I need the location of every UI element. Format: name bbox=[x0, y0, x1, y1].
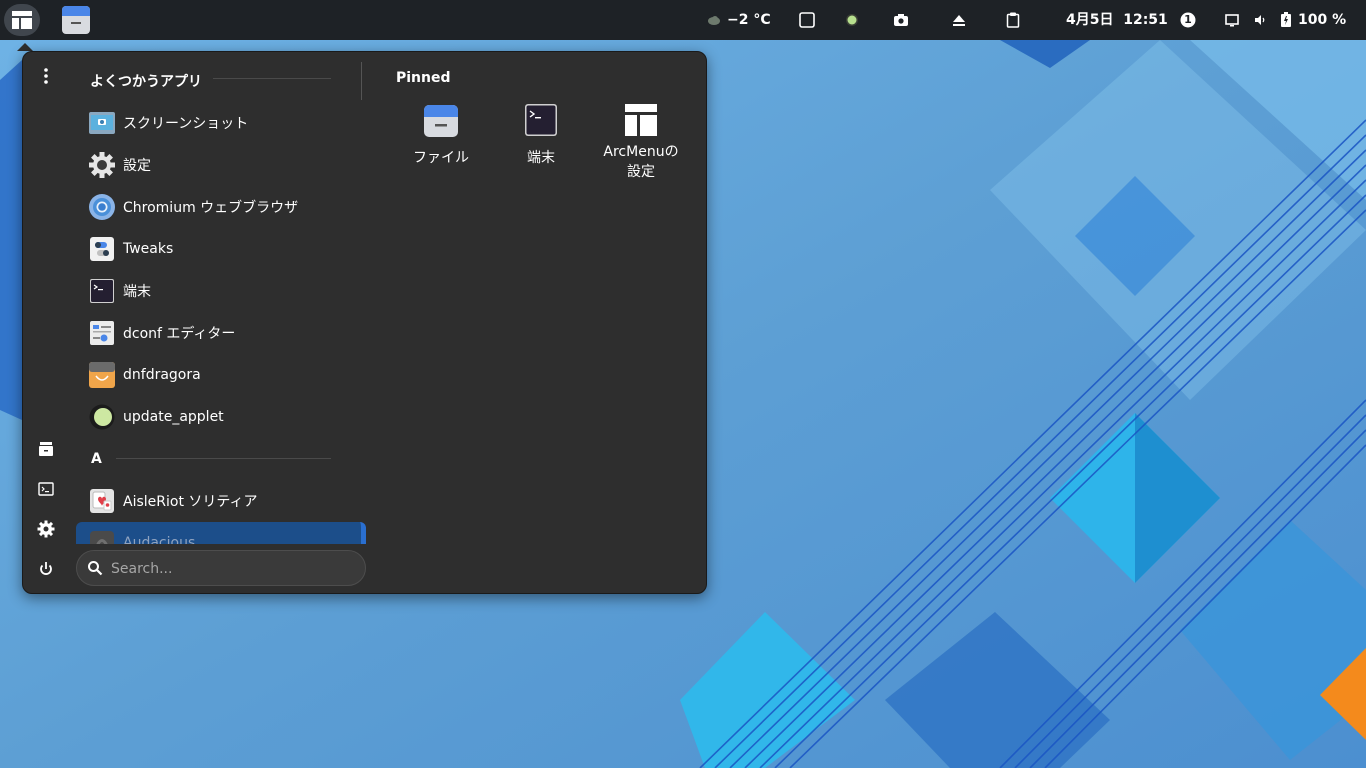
arcmenu-settings-icon bbox=[623, 102, 659, 138]
files-icon bbox=[423, 102, 459, 138]
update-indicator[interactable] bbox=[842, 4, 862, 36]
app-label: AisleRiot ソリティア bbox=[123, 494, 258, 510]
window-icon bbox=[799, 12, 815, 28]
file-cabinet-icon bbox=[39, 442, 53, 456]
weather-temperature: −2 °C bbox=[727, 12, 771, 28]
battery-percentage: 100 % bbox=[1298, 12, 1347, 28]
battery-indicator[interactable]: 100 % bbox=[1280, 0, 1352, 40]
app-item-dconf-editor[interactable]: dconf エディター bbox=[76, 312, 366, 354]
app-label: 端末 bbox=[123, 284, 151, 300]
cloud-icon bbox=[708, 16, 720, 25]
menu-pointer bbox=[17, 43, 33, 51]
pinned-item-arcmenu-settings[interactable]: ArcMenuの設定 bbox=[591, 102, 691, 192]
files-shortcut-button[interactable] bbox=[35, 438, 57, 460]
app-item-dnfdragora[interactable]: dnfdragora bbox=[76, 354, 366, 396]
window-indicator[interactable] bbox=[796, 4, 818, 36]
arcmenu-layout-icon bbox=[12, 11, 32, 29]
eject-icon bbox=[953, 15, 965, 26]
top-panel: −2 °C 4月5日 12:51 1 100 % bbox=[0, 0, 1366, 40]
dnfdragora-icon bbox=[89, 362, 115, 388]
app-label: スクリーンショット bbox=[123, 116, 249, 132]
search-input[interactable] bbox=[109, 551, 353, 587]
section-a-divider bbox=[116, 458, 331, 459]
app-item-audacious[interactable]: Audacious bbox=[76, 522, 366, 544]
arcmenu-popup: よくつかうアプリ スクリーンショット 設定 Chromium ウェブブラウザ T… bbox=[22, 51, 707, 594]
app-item-update-applet[interactable]: update_applet bbox=[76, 396, 366, 438]
app-item-settings[interactable]: 設定 bbox=[76, 144, 366, 186]
volume-indicator[interactable] bbox=[1250, 4, 1270, 36]
screenshot-indicator[interactable] bbox=[890, 4, 912, 36]
app-item-chromium[interactable]: Chromium ウェブブラウザ bbox=[76, 186, 366, 228]
display-icon bbox=[1225, 14, 1239, 27]
terminal-icon bbox=[89, 278, 115, 304]
gear-icon bbox=[37, 520, 55, 538]
terminal-shortcut-button[interactable] bbox=[35, 478, 57, 500]
chromium-icon bbox=[89, 194, 115, 220]
files-launcher-button[interactable] bbox=[58, 4, 94, 36]
power-icon bbox=[40, 562, 52, 575]
app-item-tweaks[interactable]: Tweaks bbox=[76, 228, 366, 270]
pinned-heading: Pinned bbox=[396, 70, 451, 86]
pinned-label: 端末 bbox=[527, 150, 555, 166]
audacious-icon bbox=[89, 530, 115, 544]
app-item-screenshot[interactable]: スクリーンショット bbox=[76, 102, 366, 144]
update-applet-icon bbox=[89, 404, 115, 430]
settings-shortcut-button[interactable] bbox=[35, 518, 57, 540]
notification-indicator[interactable]: 1 bbox=[1177, 4, 1199, 36]
pinned-item-files[interactable]: ファイル bbox=[391, 102, 491, 192]
screenshot-app-icon bbox=[89, 110, 115, 136]
search-icon bbox=[88, 561, 103, 576]
frequent-apps-divider bbox=[213, 78, 331, 79]
menu-options-button[interactable] bbox=[35, 65, 57, 87]
app-label: dconf エディター bbox=[123, 326, 236, 342]
section-heading-a: A bbox=[91, 451, 102, 467]
terminal-icon bbox=[38, 482, 54, 496]
clipboard-indicator[interactable] bbox=[1002, 4, 1024, 36]
column-divider bbox=[361, 62, 362, 100]
tweaks-icon bbox=[89, 236, 115, 262]
app-label: Audacious bbox=[123, 535, 196, 544]
settings-gear-icon bbox=[89, 152, 115, 178]
display-indicator[interactable] bbox=[1222, 4, 1242, 36]
aisleriot-icon bbox=[89, 488, 115, 514]
update-dot-icon bbox=[846, 14, 858, 26]
eject-indicator[interactable] bbox=[948, 4, 970, 36]
search-box[interactable] bbox=[76, 550, 366, 587]
clock[interactable]: 4月5日 12:51 bbox=[1066, 0, 1168, 40]
app-label: 設定 bbox=[123, 158, 151, 174]
clipboard-icon bbox=[1006, 12, 1020, 28]
app-item-aisleriot[interactable]: AisleRiot ソリティア bbox=[76, 480, 366, 522]
screenshot-icon bbox=[894, 14, 908, 26]
files-icon bbox=[62, 6, 90, 34]
battery-icon bbox=[1281, 12, 1291, 27]
volume-icon bbox=[1255, 15, 1265, 25]
dconf-editor-icon bbox=[89, 320, 115, 346]
arcmenu-button[interactable] bbox=[4, 4, 40, 36]
power-button[interactable] bbox=[35, 558, 57, 580]
pinned-item-terminal[interactable]: 端末 bbox=[491, 102, 591, 192]
pinned-label: ArcMenuの設定 bbox=[603, 144, 679, 180]
app-label: update_applet bbox=[123, 409, 224, 425]
app-label: Tweaks bbox=[123, 241, 174, 257]
weather-indicator[interactable]: −2 °C bbox=[707, 0, 773, 40]
notification-count: 1 bbox=[1184, 13, 1192, 26]
frequent-apps-heading: よくつかうアプリ bbox=[90, 74, 202, 90]
more-vertical-icon bbox=[44, 68, 48, 84]
app-label: Chromium ウェブブラウザ bbox=[123, 200, 299, 216]
app-list[interactable]: スクリーンショット 設定 Chromium ウェブブラウザ Tweaks 端末 … bbox=[76, 102, 366, 544]
app-label: dnfdragora bbox=[123, 367, 201, 383]
app-item-terminal[interactable]: 端末 bbox=[76, 270, 366, 312]
pinned-label: ファイル bbox=[413, 150, 469, 166]
terminal-icon bbox=[523, 102, 559, 138]
